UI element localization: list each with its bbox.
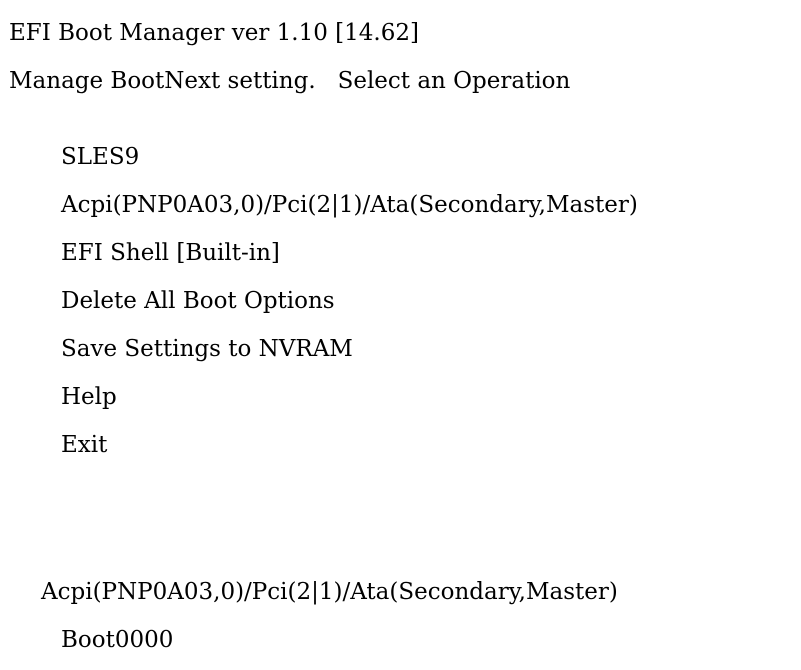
boot-manager-title: EFI Boot Manager ver 1.10 [14.62] [9,20,419,46]
operation-prompt: Manage BootNext setting. Select an Opera… [9,68,571,94]
menu-item-efi-shell[interactable]: EFI Shell [Built-in] [61,242,280,265]
menu-item-exit[interactable]: Exit [61,434,107,457]
menu-item-delete-all-boot-options[interactable]: Delete All Boot Options [61,290,335,313]
menu-item-save-settings[interactable]: Save Settings to NVRAM [61,338,353,361]
menu-item-ata-device[interactable]: Acpi(PNP0A03,0)/Pci(2|1)/Ata(Secondary,M… [61,194,638,217]
selected-boot-option: Boot0000 [61,627,174,653]
selected-device-path: Acpi(PNP0A03,0)/Pci(2|1)/Ata(Secondary,M… [41,579,618,605]
menu-item-help[interactable]: Help [61,386,117,409]
menu-item-sles9[interactable]: SLES9 [61,146,139,169]
